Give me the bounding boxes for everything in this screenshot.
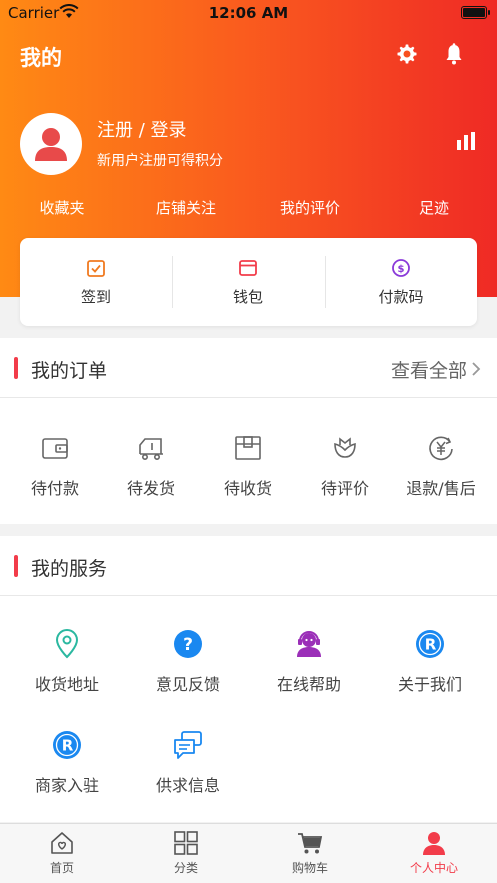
quick-link-footprints[interactable]: 足迹 bbox=[419, 197, 449, 218]
quick-link-followed-shops[interactable]: 店铺关注 bbox=[156, 197, 216, 218]
tab-label: 分类 bbox=[173, 861, 198, 875]
orders-title: 我的订单 bbox=[31, 360, 108, 382]
service-feedback[interactable]: ? 意见反馈 bbox=[140, 629, 236, 695]
tab-categories[interactable]: 分类 bbox=[124, 830, 248, 876]
login-register-link[interactable]: 注册 / 登录 bbox=[97, 116, 187, 142]
location-pin-icon bbox=[55, 629, 79, 659]
service-label: 商家入驻 bbox=[34, 776, 99, 795]
service-label: 在线帮助 bbox=[276, 675, 341, 694]
service-about-us[interactable]: R 关于我们 bbox=[382, 629, 478, 695]
tab-home[interactable]: 首页 bbox=[0, 830, 124, 876]
yen-refund-icon bbox=[429, 436, 453, 461]
order-status-label: 退款/售后 bbox=[406, 479, 476, 498]
quick-link-favorites[interactable]: 收藏夹 bbox=[39, 197, 84, 218]
svg-text:?: ? bbox=[183, 635, 193, 655]
tab-profile[interactable]: 个人中心 bbox=[372, 830, 496, 876]
svg-text:R: R bbox=[62, 737, 74, 755]
service-label: 关于我们 bbox=[397, 675, 462, 694]
clock: 12:06 AM bbox=[208, 4, 289, 22]
dollar-coin-icon: $ bbox=[392, 259, 410, 277]
wallet-label: 钱包 bbox=[232, 288, 263, 306]
service-label: 收货地址 bbox=[34, 675, 99, 694]
signup-promo-text: 新用户注册可得积分 bbox=[97, 153, 223, 169]
payment-code-button[interactable]: $ 付款码 bbox=[325, 238, 477, 326]
bottom-tab-bar: 首页 分类 购物车 个人中心 bbox=[0, 823, 497, 883]
order-status-to-ship[interactable]: 待发货 bbox=[103, 433, 199, 499]
quick-link-my-reviews[interactable]: 我的评价 bbox=[280, 197, 340, 218]
tab-label: 个人中心 bbox=[409, 861, 458, 875]
check-calendar-icon bbox=[87, 260, 105, 277]
chevron-right-icon[interactable] bbox=[471, 362, 481, 376]
section-accent-bar bbox=[14, 357, 18, 379]
section-accent-bar bbox=[14, 555, 18, 577]
view-all-orders-link[interactable]: 查看全部 bbox=[391, 356, 467, 383]
wallet-outline-icon bbox=[42, 438, 68, 459]
orders-section: 我的订单 查看全部 待付款 待发货 待收货 待评价 退款/售后 bbox=[0, 338, 497, 524]
order-status-label: 待发货 bbox=[126, 479, 175, 498]
svg-text:R: R bbox=[425, 636, 437, 654]
cart-icon bbox=[298, 833, 323, 854]
services-title: 我的服务 bbox=[31, 558, 108, 580]
checkin-label: 签到 bbox=[80, 288, 111, 306]
order-status-to-review[interactable]: 待评价 bbox=[297, 433, 393, 499]
service-merchant-join[interactable]: R 商家入驻 bbox=[19, 730, 115, 796]
orders-section-header: 我的订单 查看全部 bbox=[0, 338, 497, 398]
chat-bubbles-icon bbox=[174, 731, 202, 759]
support-agent-icon bbox=[297, 631, 321, 657]
tab-label: 首页 bbox=[49, 861, 74, 875]
tab-label: 购物车 bbox=[291, 861, 328, 875]
services-section-header: 我的服务 bbox=[0, 536, 497, 596]
order-status-label: 待收货 bbox=[223, 479, 272, 498]
service-shipping-address[interactable]: 收货地址 bbox=[19, 629, 115, 695]
page-title: 我的 bbox=[20, 46, 62, 70]
notification-bell-icon[interactable] bbox=[442, 42, 466, 66]
tab-cart[interactable]: 购物车 bbox=[248, 830, 372, 876]
order-status-label: 待评价 bbox=[320, 479, 369, 498]
grid-icon bbox=[174, 831, 198, 855]
wallet-icon bbox=[239, 260, 257, 276]
service-label: 供求信息 bbox=[155, 776, 220, 795]
package-icon bbox=[235, 436, 261, 460]
battery-icon bbox=[461, 6, 490, 19]
service-label: 意见反馈 bbox=[155, 675, 220, 694]
order-status-to-receive[interactable]: 待收货 bbox=[200, 433, 296, 499]
wallet-button[interactable]: 钱包 bbox=[172, 238, 324, 326]
bar-chart-icon[interactable] bbox=[456, 132, 476, 150]
service-online-help[interactable]: 在线帮助 bbox=[261, 629, 357, 695]
r-logo-icon: R bbox=[416, 630, 444, 658]
order-status-label: 待付款 bbox=[30, 479, 79, 498]
service-supply-demand[interactable]: 供求信息 bbox=[140, 730, 236, 796]
order-status-unpaid[interactable]: 待付款 bbox=[7, 433, 103, 499]
user-icon bbox=[423, 832, 445, 855]
question-icon: ? bbox=[174, 630, 202, 658]
checkin-button[interactable]: 签到 bbox=[20, 238, 172, 326]
flower-icon bbox=[334, 437, 356, 458]
services-section: 我的服务 收货地址 ? 意见反馈 在线帮助 R 关于我们 R 商家入驻 供求信息 bbox=[0, 536, 497, 822]
home-icon bbox=[51, 832, 73, 854]
settings-gear-icon[interactable] bbox=[395, 42, 419, 66]
quick-actions-card: 签到 钱包 $ 付款码 bbox=[20, 238, 477, 326]
status-bar: Carrier 12:06 AM bbox=[0, 0, 497, 26]
order-status-refund[interactable]: 退款/售后 bbox=[393, 433, 489, 499]
payment-code-label: 付款码 bbox=[378, 288, 424, 306]
truck-icon bbox=[139, 438, 163, 460]
r-logo-icon: R bbox=[53, 731, 81, 759]
svg-text:$: $ bbox=[398, 264, 405, 275]
avatar[interactable] bbox=[20, 113, 82, 175]
